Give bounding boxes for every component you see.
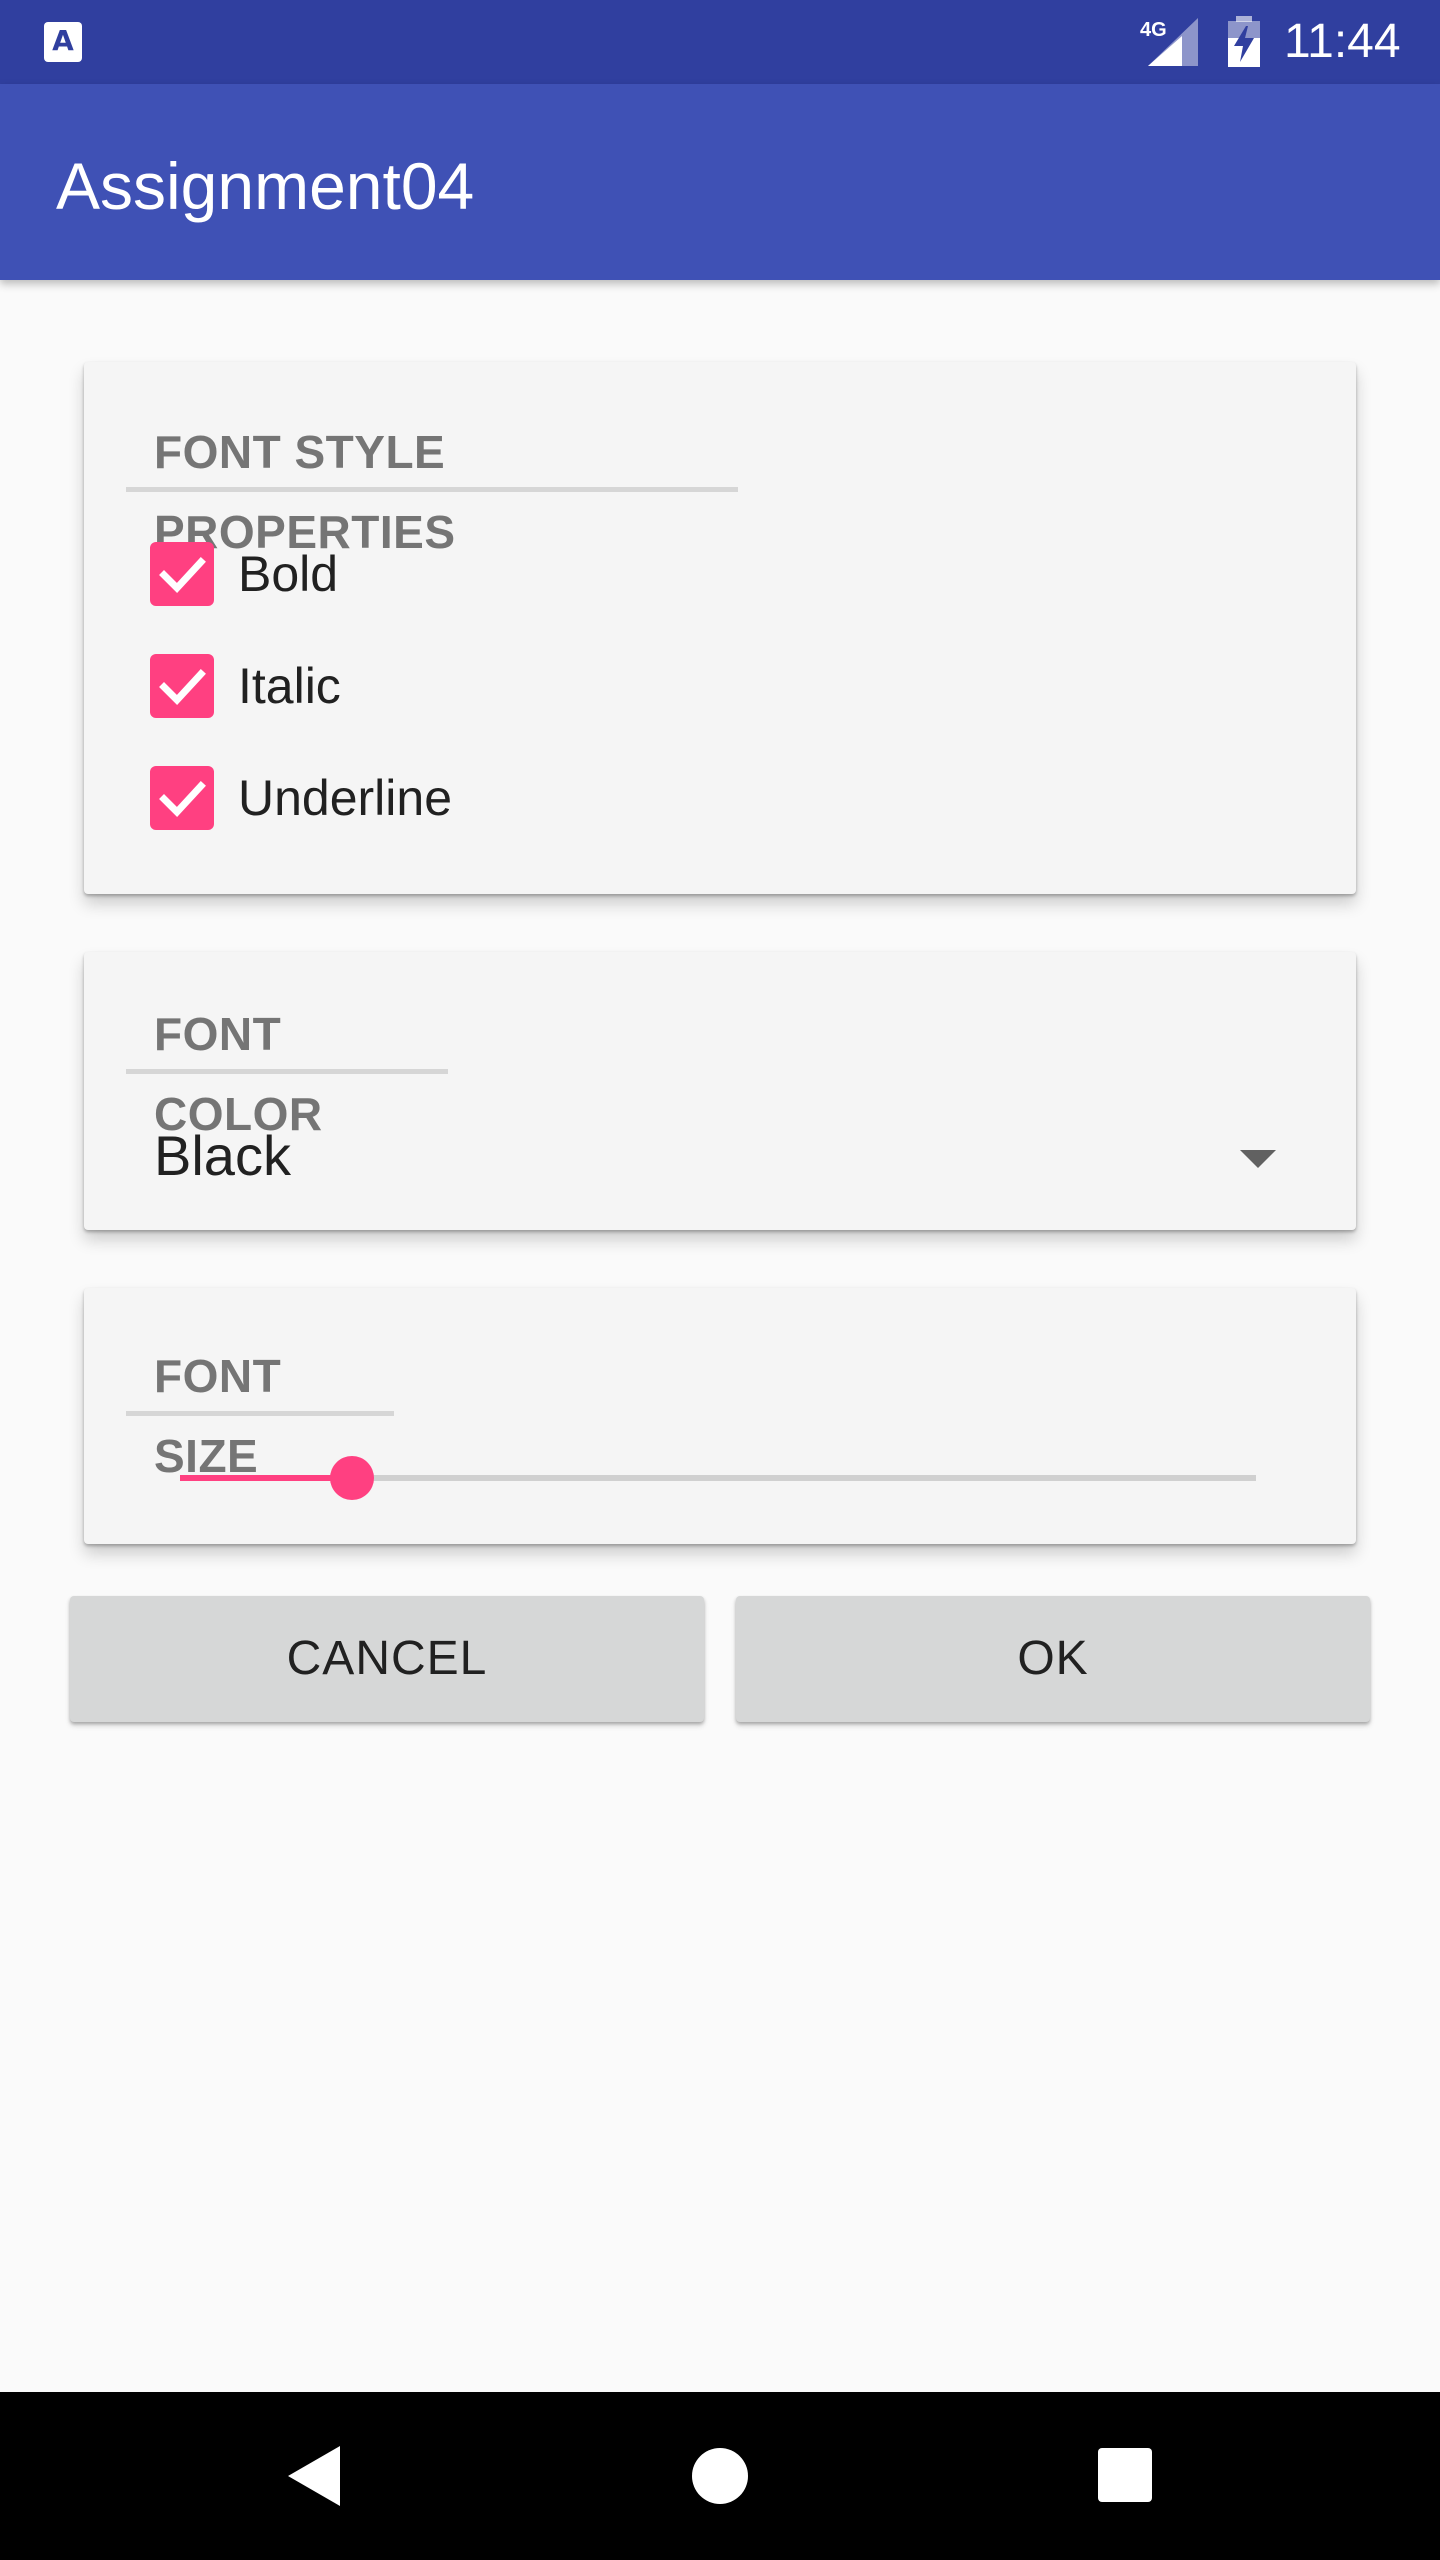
- checkmark-icon: [159, 669, 206, 706]
- italic-label: Italic: [238, 658, 341, 714]
- italic-checkbox[interactable]: [150, 654, 214, 718]
- network-type-label: 4G: [1140, 19, 1167, 41]
- battery-charging-icon: [1228, 16, 1260, 67]
- status-bar: A 4G 11:44: [0, 0, 1440, 84]
- navigation-bar: [0, 2392, 1440, 2560]
- app-bar: Assignment04: [0, 84, 1440, 280]
- font-color-spinner[interactable]: Black: [152, 1114, 1292, 1198]
- recents-icon[interactable]: [1098, 2448, 1152, 2502]
- status-time: 11:44: [1284, 15, 1401, 68]
- back-icon[interactable]: [284, 2442, 344, 2510]
- bold-label: Bold: [238, 546, 339, 602]
- app-notification-icon: A: [44, 22, 82, 62]
- underline-checkbox[interactable]: [150, 766, 214, 830]
- app-title: Assignment04: [56, 149, 475, 223]
- font-color-card: FONT COLOR Black: [84, 952, 1356, 1230]
- font-style-header: FONT STYLE PROPERTIES: [126, 412, 738, 558]
- font-size-card: FONT SIZE: [84, 1288, 1356, 1544]
- signal-icon: 4G: [1140, 18, 1198, 66]
- checkmark-icon: [159, 781, 206, 818]
- font-size-header: FONT SIZE: [126, 1336, 394, 1482]
- bold-checkbox[interactable]: [150, 542, 214, 606]
- cancel-button[interactable]: CANCEL: [70, 1596, 704, 1722]
- font-color-selected: Black: [154, 1124, 291, 1187]
- font-color-header: FONT COLOR: [126, 994, 448, 1140]
- seekbar-progress: [180, 1475, 352, 1481]
- checkmark-icon: [159, 557, 206, 594]
- home-icon[interactable]: [692, 2448, 748, 2504]
- dropdown-arrow-icon: [1240, 1150, 1276, 1168]
- ok-button[interactable]: OK: [736, 1596, 1370, 1722]
- underline-label: Underline: [238, 770, 453, 826]
- font-size-seekbar[interactable]: [180, 1456, 1256, 1500]
- seekbar-thumb[interactable]: [330, 1456, 374, 1500]
- font-style-card: FONT STYLE PROPERTIES Bold Italic Underl…: [84, 362, 1356, 894]
